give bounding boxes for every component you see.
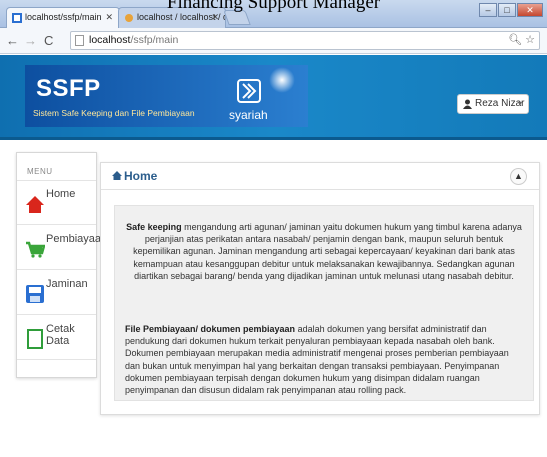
home-icon — [112, 171, 122, 180]
save-icon — [26, 285, 44, 303]
sidebar-item-label: Home — [46, 188, 76, 200]
logo-glow — [269, 67, 295, 93]
address-bar[interactable]: localhost/ssfp/main 🔍︎ ☆ — [70, 31, 540, 50]
back-icon[interactable]: ← — [6, 33, 19, 48]
chevron-up-icon[interactable]: ▲ — [510, 168, 527, 185]
sidebar-item-pembiayaan[interactable]: Pembiayaan — [17, 225, 107, 270]
sidebar-item-label: Cetak Data — [46, 323, 75, 347]
page-favicon-icon — [12, 13, 22, 23]
reload-icon[interactable]: C — [44, 33, 53, 48]
page-caption: Financing Support Manager — [166, 0, 381, 13]
sidebar-item-label: Jaminan — [46, 278, 88, 290]
content-panel: Home ▲ Safe keeping mengandung arti agun… — [100, 162, 540, 415]
sidebar-item-home[interactable]: Home — [17, 180, 96, 225]
page-icon — [75, 35, 84, 46]
page-title: Home — [124, 169, 158, 183]
app-subtitle: Sistem Safe Keeping dan File Pembiayaan — [33, 108, 195, 118]
term: Safe keeping — [126, 222, 182, 232]
user-menu-button[interactable]: Reza Nizar ▾ — [457, 94, 529, 114]
sidebar-title: MENU — [27, 167, 53, 176]
paragraph-text: adalah dokumen yang bersifat administrat… — [125, 324, 509, 396]
address-host: localhost — [89, 34, 131, 46]
sidebar-item-jaminan[interactable]: Jaminan — [17, 270, 96, 315]
zoom-star-icons[interactable]: 🔍︎ ☆ — [508, 32, 535, 49]
panel-body: Safe keeping mengandung arti agunan/ jam… — [114, 205, 534, 401]
home-icon — [26, 196, 44, 213]
bank-logo-text: syariah — [229, 108, 268, 122]
sidebar-item-label: Pembiayaan — [46, 233, 108, 245]
user-icon — [463, 99, 472, 109]
chevron-down-icon: ▾ — [517, 99, 522, 108]
phpmyadmin-favicon-icon — [125, 14, 133, 22]
document-icon — [27, 329, 43, 349]
term: File Pembiayaan/ dokumen pembiayaan — [125, 324, 296, 334]
safe-keeping-paragraph: Safe keeping mengandung arti agunan/ jam… — [125, 221, 523, 282]
browser-toolbar: ← → C localhost/ssfp/main 🔍︎ ☆ — [0, 28, 547, 54]
brand-banner[interactable]: SSFP Sistem Safe Keeping dan File Pembia… — [25, 65, 308, 127]
app-name: SSFP — [36, 75, 101, 102]
paragraph-text: mengandung arti agunan/ jaminan yaitu do… — [133, 222, 522, 281]
address-path: /ssfp/main — [130, 34, 179, 46]
file-pembiayaan-paragraph: File Pembiayaan/ dokumen pembiayaan adal… — [125, 323, 525, 396]
bank-logo-icon — [237, 79, 261, 103]
panel-header: Home ▲ — [101, 163, 539, 190]
sidebar-item-cetak-data[interactable]: Cetak Data — [17, 315, 96, 360]
cart-icon — [26, 241, 45, 258]
sidebar: MENU Home Pembiayaan Jaminan Cetak Data — [16, 152, 107, 378]
forward-icon[interactable]: → — [24, 33, 37, 48]
